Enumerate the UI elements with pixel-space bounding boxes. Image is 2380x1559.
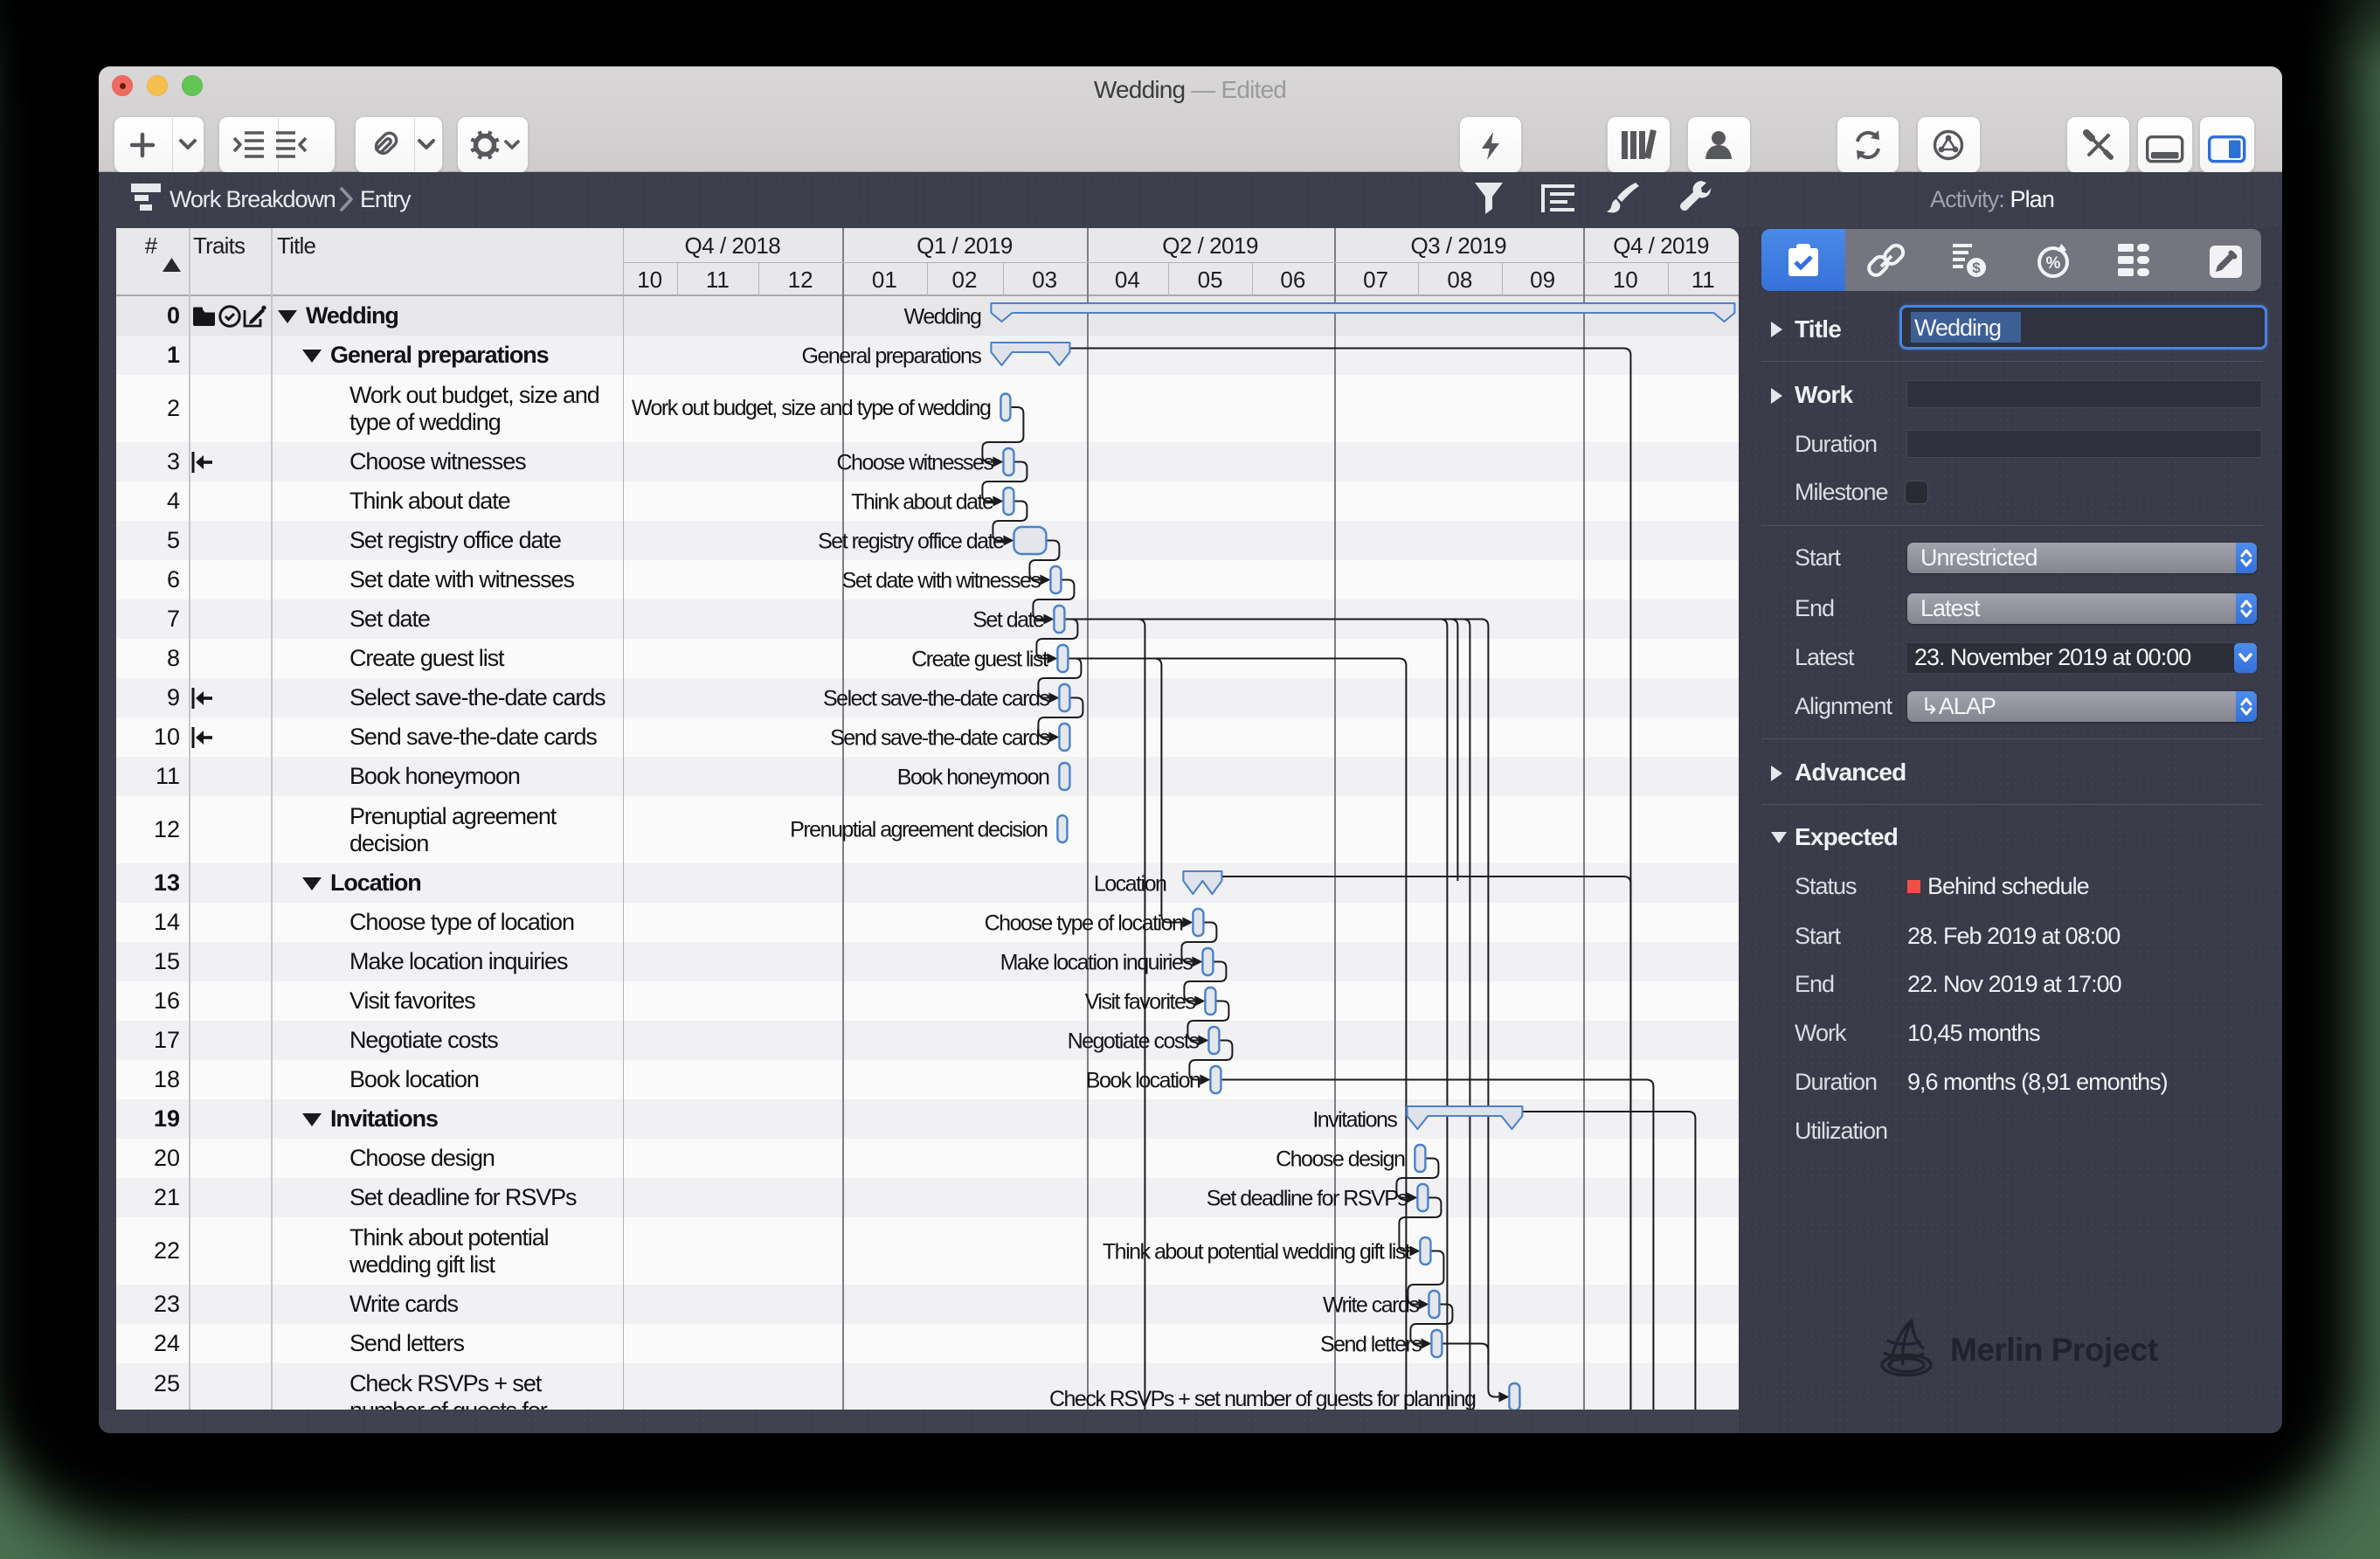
svg-text:Set date with witnesses: Set date with witnesses	[841, 569, 1041, 593]
svg-text:Book honeymoon: Book honeymoon	[896, 766, 1048, 790]
svg-text:Send letters: Send letters	[1320, 1333, 1422, 1357]
svg-text:Create guest list: Create guest list	[911, 648, 1048, 672]
svg-text:Set deadline for RSVPs: Set deadline for RSVPs	[1206, 1187, 1408, 1211]
svg-text:Choose witnesses: Choose witnesses	[836, 451, 993, 475]
svg-text:Set date: Set date	[972, 608, 1044, 633]
svg-text:%: %	[2045, 254, 2060, 273]
svg-text:Think about date: Think about date	[851, 490, 993, 515]
svg-text:Set registry office date: Set registry office date	[818, 530, 1004, 554]
svg-text:Wedding: Wedding	[903, 305, 980, 329]
svg-text:Invitations: Invitations	[1312, 1108, 1397, 1133]
svg-text:Check RSVPs + set number of gu: Check RSVPs + set number of guests for p…	[1049, 1387, 1476, 1411]
svg-text:Visit favorites: Visit favorites	[1084, 990, 1195, 1015]
svg-text:Send save-the-date cards: Send save-the-date cards	[830, 726, 1049, 751]
svg-text:Location: Location	[1093, 872, 1166, 897]
svg-text:Choose type of location: Choose type of location	[984, 911, 1182, 936]
svg-text:Prenuptial agreement decision: Prenuptial agreement decision	[790, 818, 1048, 842]
svg-text:Negotiate costs: Negotiate costs	[1067, 1029, 1199, 1054]
svg-text:General preparations: General preparations	[801, 344, 981, 369]
svg-text:Write cards: Write cards	[1323, 1293, 1419, 1318]
svg-text:Think about potential wedding: Think about potential wedding gift list	[1103, 1240, 1411, 1265]
svg-text:Make location inquiries: Make location inquiries	[1000, 951, 1193, 975]
svg-text:Work out budget, size and type: Work out budget, size and type of weddin…	[631, 396, 990, 420]
svg-text:Choose design: Choose design	[1276, 1147, 1405, 1172]
svg-text:Book location: Book location	[1085, 1069, 1200, 1093]
svg-text:$: $	[1973, 260, 1982, 276]
svg-text:Select save-the-date cards: Select save-the-date cards	[823, 687, 1049, 711]
